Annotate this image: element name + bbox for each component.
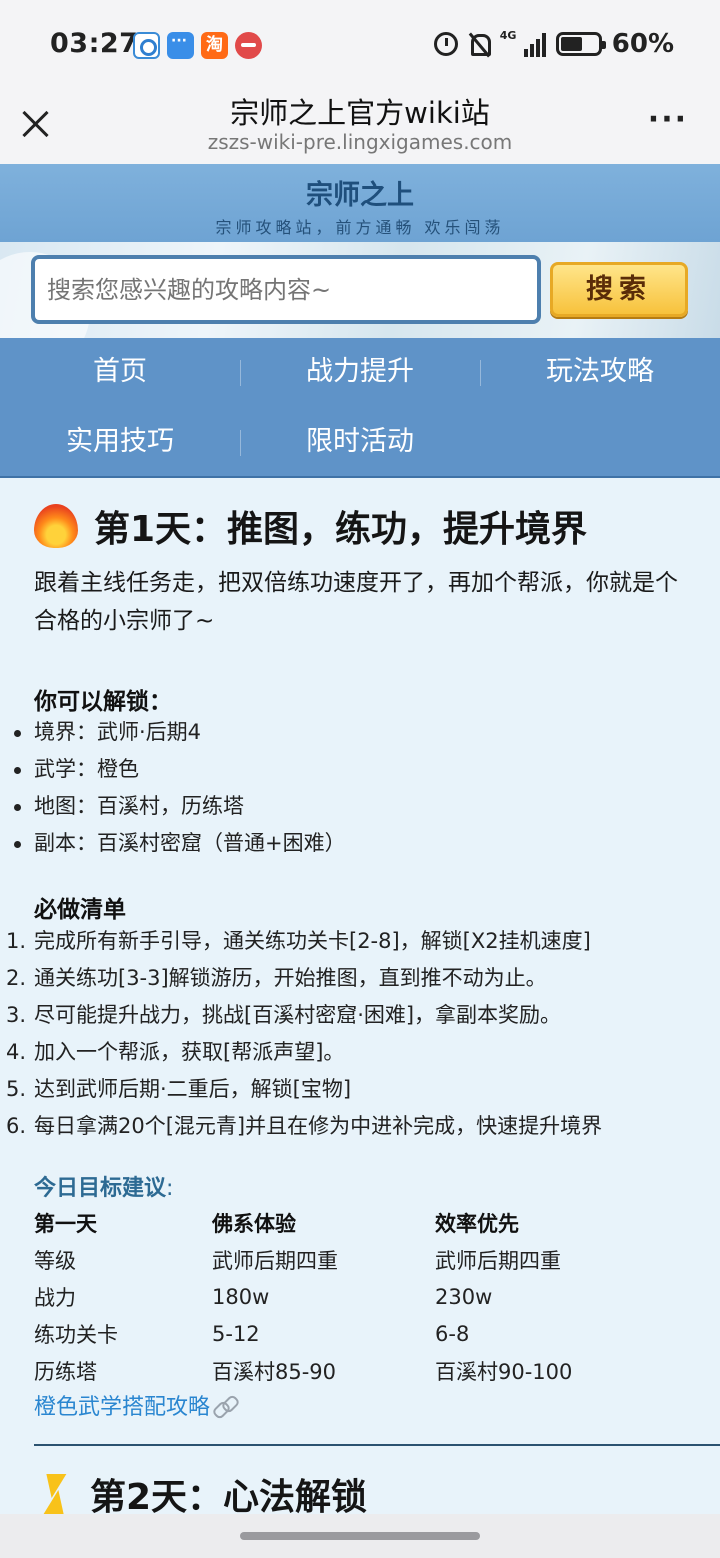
fire-icon xyxy=(34,504,78,548)
status-time: 03:27 xyxy=(50,28,139,59)
search-banner: 搜索 xyxy=(0,242,720,338)
day2-heading: 第2天：心法解锁 xyxy=(34,1468,367,1514)
table-row: 练功关卡 5-12 6-8 xyxy=(34,1315,695,1352)
battery-percent: 60% xyxy=(611,29,674,59)
link-text[interactable]: 橙色武学搭配攻略 xyxy=(34,1395,210,1420)
message-notification-icon xyxy=(167,32,194,59)
table-header: 佛系体验 xyxy=(212,1211,296,1236)
nav-divider xyxy=(240,430,241,456)
table-header: 第一天 xyxy=(34,1211,97,1236)
network-type: 4G xyxy=(499,29,517,42)
app-notification-icon xyxy=(235,32,262,59)
table-cell: 武师后期四重 xyxy=(435,1248,561,1273)
lightning-icon xyxy=(34,1472,74,1514)
list-number: 2. xyxy=(6,966,27,990)
status-bar: 03:27 淘 4G 60% xyxy=(0,0,720,88)
table-cell: 战力 xyxy=(34,1285,76,1310)
table-cell: 6-8 xyxy=(435,1321,470,1346)
table-header-row: 第一天 佛系体验 效率优先 xyxy=(34,1204,695,1241)
nav-item-home[interactable]: 首页 xyxy=(0,338,240,408)
nav-divider xyxy=(240,360,241,386)
table-cell: 230w xyxy=(435,1284,493,1309)
checklist-title: 必做清单 xyxy=(34,897,126,923)
goal-table: 第一天 佛系体验 效率优先 等级 武师后期四重 武师后期四重 战力 180w 2… xyxy=(34,1204,695,1389)
search-input[interactable] xyxy=(31,255,541,324)
list-item: 5. 达到武师后期·二重后，解锁[宝物] xyxy=(0,1071,710,1108)
taobao-notification-icon: 淘 xyxy=(201,32,228,59)
nav-item-gameplay-guide[interactable]: 玩法攻略 xyxy=(480,338,720,408)
goal-title-colon: : xyxy=(166,1176,174,1201)
list-item: 武学：橙色 xyxy=(0,751,700,788)
day1-heading-text: 第1天：推图，练功，提升境界 xyxy=(94,509,588,550)
list-text: 加入一个帮派，获取[帮派声望]。 xyxy=(34,1040,345,1064)
day1-intro: 跟着主线任务走，把双倍练功速度开了，再加个帮派，你就是个合格的小宗师了~ xyxy=(34,570,678,634)
orange-martial-arts-guide-link[interactable]: 橙色武学搭配攻略 xyxy=(34,1389,238,1421)
site-slogan: 宗师攻略站，前方通畅 欢乐闯荡 xyxy=(215,218,505,237)
table-cell: 历练塔 xyxy=(34,1359,97,1384)
table-cell: 百溪村90-100 xyxy=(435,1359,573,1384)
table-cell: 武师后期四重 xyxy=(212,1248,338,1273)
nav-item-tips[interactable]: 实用技巧 xyxy=(0,408,240,478)
list-number: 4. xyxy=(6,1040,27,1064)
checklist: 1. 完成所有新手引导，通关练功关卡[2-8]，解锁[X2挂机速度] 2. 通关练功… xyxy=(0,923,710,1145)
table-cell: 180w xyxy=(212,1284,270,1309)
more-menu-button[interactable]: ··· xyxy=(648,105,688,135)
site-name: 宗师之上 xyxy=(306,180,414,211)
nav-item-events[interactable]: 限时活动 xyxy=(240,408,480,478)
table-cell: 等级 xyxy=(34,1248,76,1273)
nav-divider xyxy=(480,360,481,386)
page-url: zszs-wiki-pre.lingxigames.com xyxy=(207,130,513,154)
list-number: 5. xyxy=(6,1077,27,1101)
list-item: 1. 完成所有新手引导，通关练功关卡[2-8]，解锁[X2挂机速度] xyxy=(0,923,710,960)
list-item: 地图：百溪村，历练塔 xyxy=(0,788,700,825)
link-icon xyxy=(212,1396,238,1416)
section-divider xyxy=(34,1444,720,1446)
page-title: 宗师之上官方wiki站 xyxy=(230,96,490,130)
article-content: 第1天：推图，练功，提升境界 跟着主线任务走，把双倍练功速度开了，再加个帮派，你… xyxy=(0,478,720,1514)
list-item: 6. 每日拿满20个[混元青]并且在修为中进补完成，快速提升境界 xyxy=(0,1108,710,1145)
table-cell: 练功关卡 xyxy=(34,1322,118,1347)
day1-heading: 第1天：推图，练功，提升境界 xyxy=(34,500,587,552)
gesture-bar xyxy=(0,1514,720,1558)
list-item: 4. 加入一个帮派，获取[帮派声望]。 xyxy=(0,1034,710,1071)
list-item: 副本：百溪村密窟（普通+困难） xyxy=(0,825,700,862)
table-row: 历练塔 百溪村85-90 百溪村90-100 xyxy=(34,1352,695,1389)
goal-title: 今日目标建议: xyxy=(34,1170,173,1202)
table-header: 效率优先 xyxy=(435,1211,519,1236)
unlock-list: 境界：武师·后期4 武学：橙色 地图：百溪村，历练塔 副本：百溪村密窟（普通+困… xyxy=(0,714,700,862)
battery-icon xyxy=(555,32,606,56)
unlock-title: 你可以解锁： xyxy=(34,689,172,715)
list-item: 境界：武师·后期4 xyxy=(0,714,700,751)
signal-icon: 4G xyxy=(499,29,546,57)
main-nav: 首页 战力提升 玩法攻略 实用技巧 限时活动 xyxy=(0,338,720,478)
list-text: 达到武师后期·二重后，解锁[宝物] xyxy=(34,1077,352,1101)
day2-heading-text: 第2天：心法解锁 xyxy=(90,1477,368,1514)
browser-header: 宗师之上官方wiki站 zszs-wiki-pre.lingxigames.co… xyxy=(0,88,720,164)
alarm-icon xyxy=(433,32,458,56)
goal-title-text: 今日目标建议 xyxy=(34,1176,167,1201)
list-text: 每日拿满20个[混元青]并且在修为中进补完成，快速提升境界 xyxy=(34,1114,603,1138)
table-cell: 5-12 xyxy=(212,1321,260,1346)
table-row: 等级 武师后期四重 武师后期四重 xyxy=(34,1241,695,1278)
table-cell: 百溪村85-90 xyxy=(212,1359,337,1384)
table-row: 战力 180w 230w xyxy=(34,1278,695,1315)
list-number: 3. xyxy=(6,1003,27,1027)
list-text: 完成所有新手引导，通关练功关卡[2-8]，解锁[X2挂机速度] xyxy=(34,929,591,953)
site-header: 宗师之上 宗师攻略站，前方通畅 欢乐闯荡 xyxy=(0,164,720,242)
mute-icon xyxy=(468,32,491,56)
list-item: 2. 通关练功[3-3]解锁游历，开始推图，直到推不动为止。 xyxy=(0,960,710,997)
list-number: 6. xyxy=(6,1114,27,1138)
browser-notification-icon xyxy=(133,32,160,59)
home-indicator[interactable] xyxy=(240,1532,480,1540)
list-number: 1. xyxy=(6,929,27,953)
status-icons: 4G 60% xyxy=(433,28,674,60)
search-button[interactable]: 搜索 xyxy=(550,262,688,317)
nav-item-power-up[interactable]: 战力提升 xyxy=(240,338,480,408)
list-item: 3. 尽可能提升战力，挑战[百溪村密窟·困难]，拿副本奖励。 xyxy=(0,997,710,1034)
list-text: 尽可能提升战力，挑战[百溪村密窟·困难]，拿副本奖励。 xyxy=(34,1003,562,1027)
list-text: 通关练功[3-3]解锁游历，开始推图，直到推不动为止。 xyxy=(34,966,547,990)
